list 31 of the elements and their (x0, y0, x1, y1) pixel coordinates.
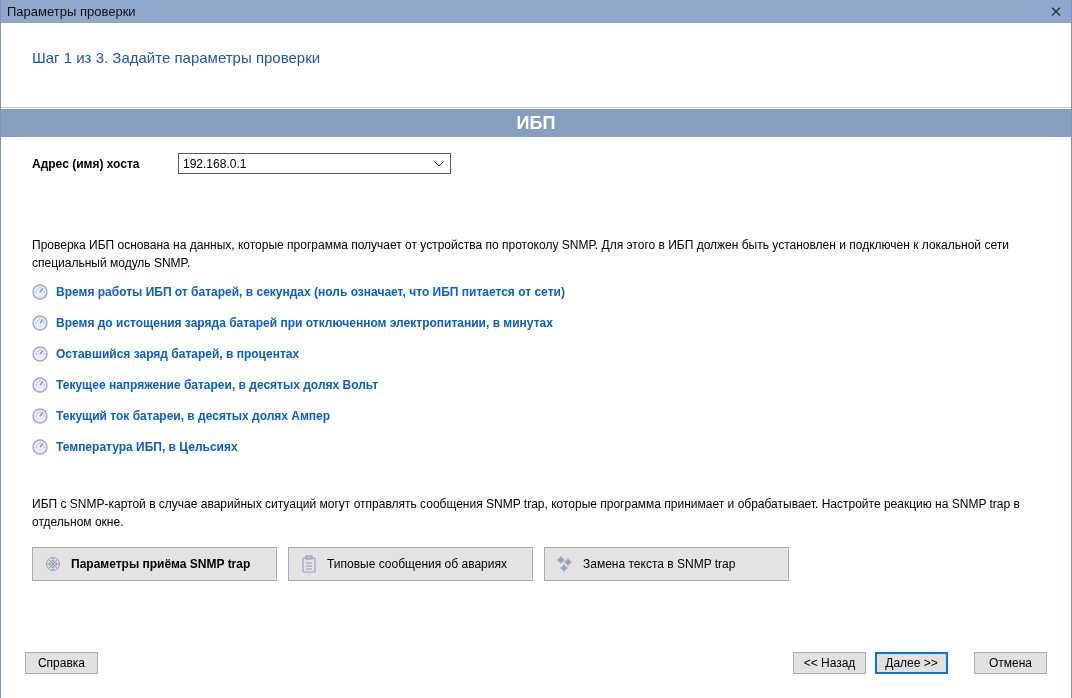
gauge-icon (32, 284, 48, 300)
parameter-link[interactable]: Текущее напряжение батареи, в десятых долях Вольт (56, 378, 379, 392)
gauge-icon (32, 408, 48, 424)
gauge-icon (32, 346, 48, 362)
clipboard-icon (301, 555, 317, 573)
step-heading: Шаг 1 из 3. Задайте параметры проверки (32, 49, 321, 66)
close-button[interactable]: ✕ (1041, 0, 1071, 23)
parameter-link[interactable]: Температура ИБП, в Цельсиях (56, 440, 238, 454)
gauge-icon (32, 439, 48, 455)
description-text: Проверка ИБП основана на данных, которые программа получает от устройства по протоколу SNMP. Для этого в ИБП должен быть установлен и подключен к локальной сети специальный модуль SNMP. (32, 237, 1010, 272)
host-combobox[interactable]: 192.168.0.1 (178, 153, 451, 174)
dropdown-caret-icon (434, 160, 444, 167)
section-title: ИБП (516, 112, 556, 134)
gauge-icon (32, 315, 48, 331)
help-button[interactable]: Справка (25, 652, 98, 674)
parameter-link[interactable]: Время работы ИБП от батарей, в секундах (ноль означает, что ИБП питается от сети) (56, 285, 565, 299)
parameter-link[interactable]: Текущий ток батареи, в десятых долях Ампер (56, 409, 331, 423)
parameter-link[interactable]: Время до истощения заряда батарей при отключенном электропитании, в минутах (56, 316, 553, 330)
dialog-button[interactable]: Отмена (974, 652, 1047, 674)
web-icon (45, 556, 61, 572)
trap-note-text: ИБП с SNMP-картой в случае аварийных ситуаций могут отправлять сообщения SNMP trap, которые программа принимает и обрабатывает. Настройте реакцию на SNMP trap в отдельном окне. (32, 496, 1021, 531)
tool-button[interactable]: Типовые сообщения об авариях (288, 547, 533, 581)
window-title: Параметры проверки (7, 4, 136, 19)
parameter-link[interactable]: Оставшийся заряд батарей, в процентах (56, 347, 300, 361)
gears-icon (557, 556, 573, 572)
tool-button[interactable]: Замена текста в SNMP trap (544, 547, 789, 581)
gauge-icon (32, 377, 48, 393)
host-label: Адрес (имя) хоста (32, 156, 141, 171)
tool-button[interactable]: Параметры приёма SNMP trap (32, 547, 277, 581)
dialog-button[interactable]: Далее >> (875, 652, 948, 674)
dialog-button[interactable]: << Назад (793, 652, 866, 674)
